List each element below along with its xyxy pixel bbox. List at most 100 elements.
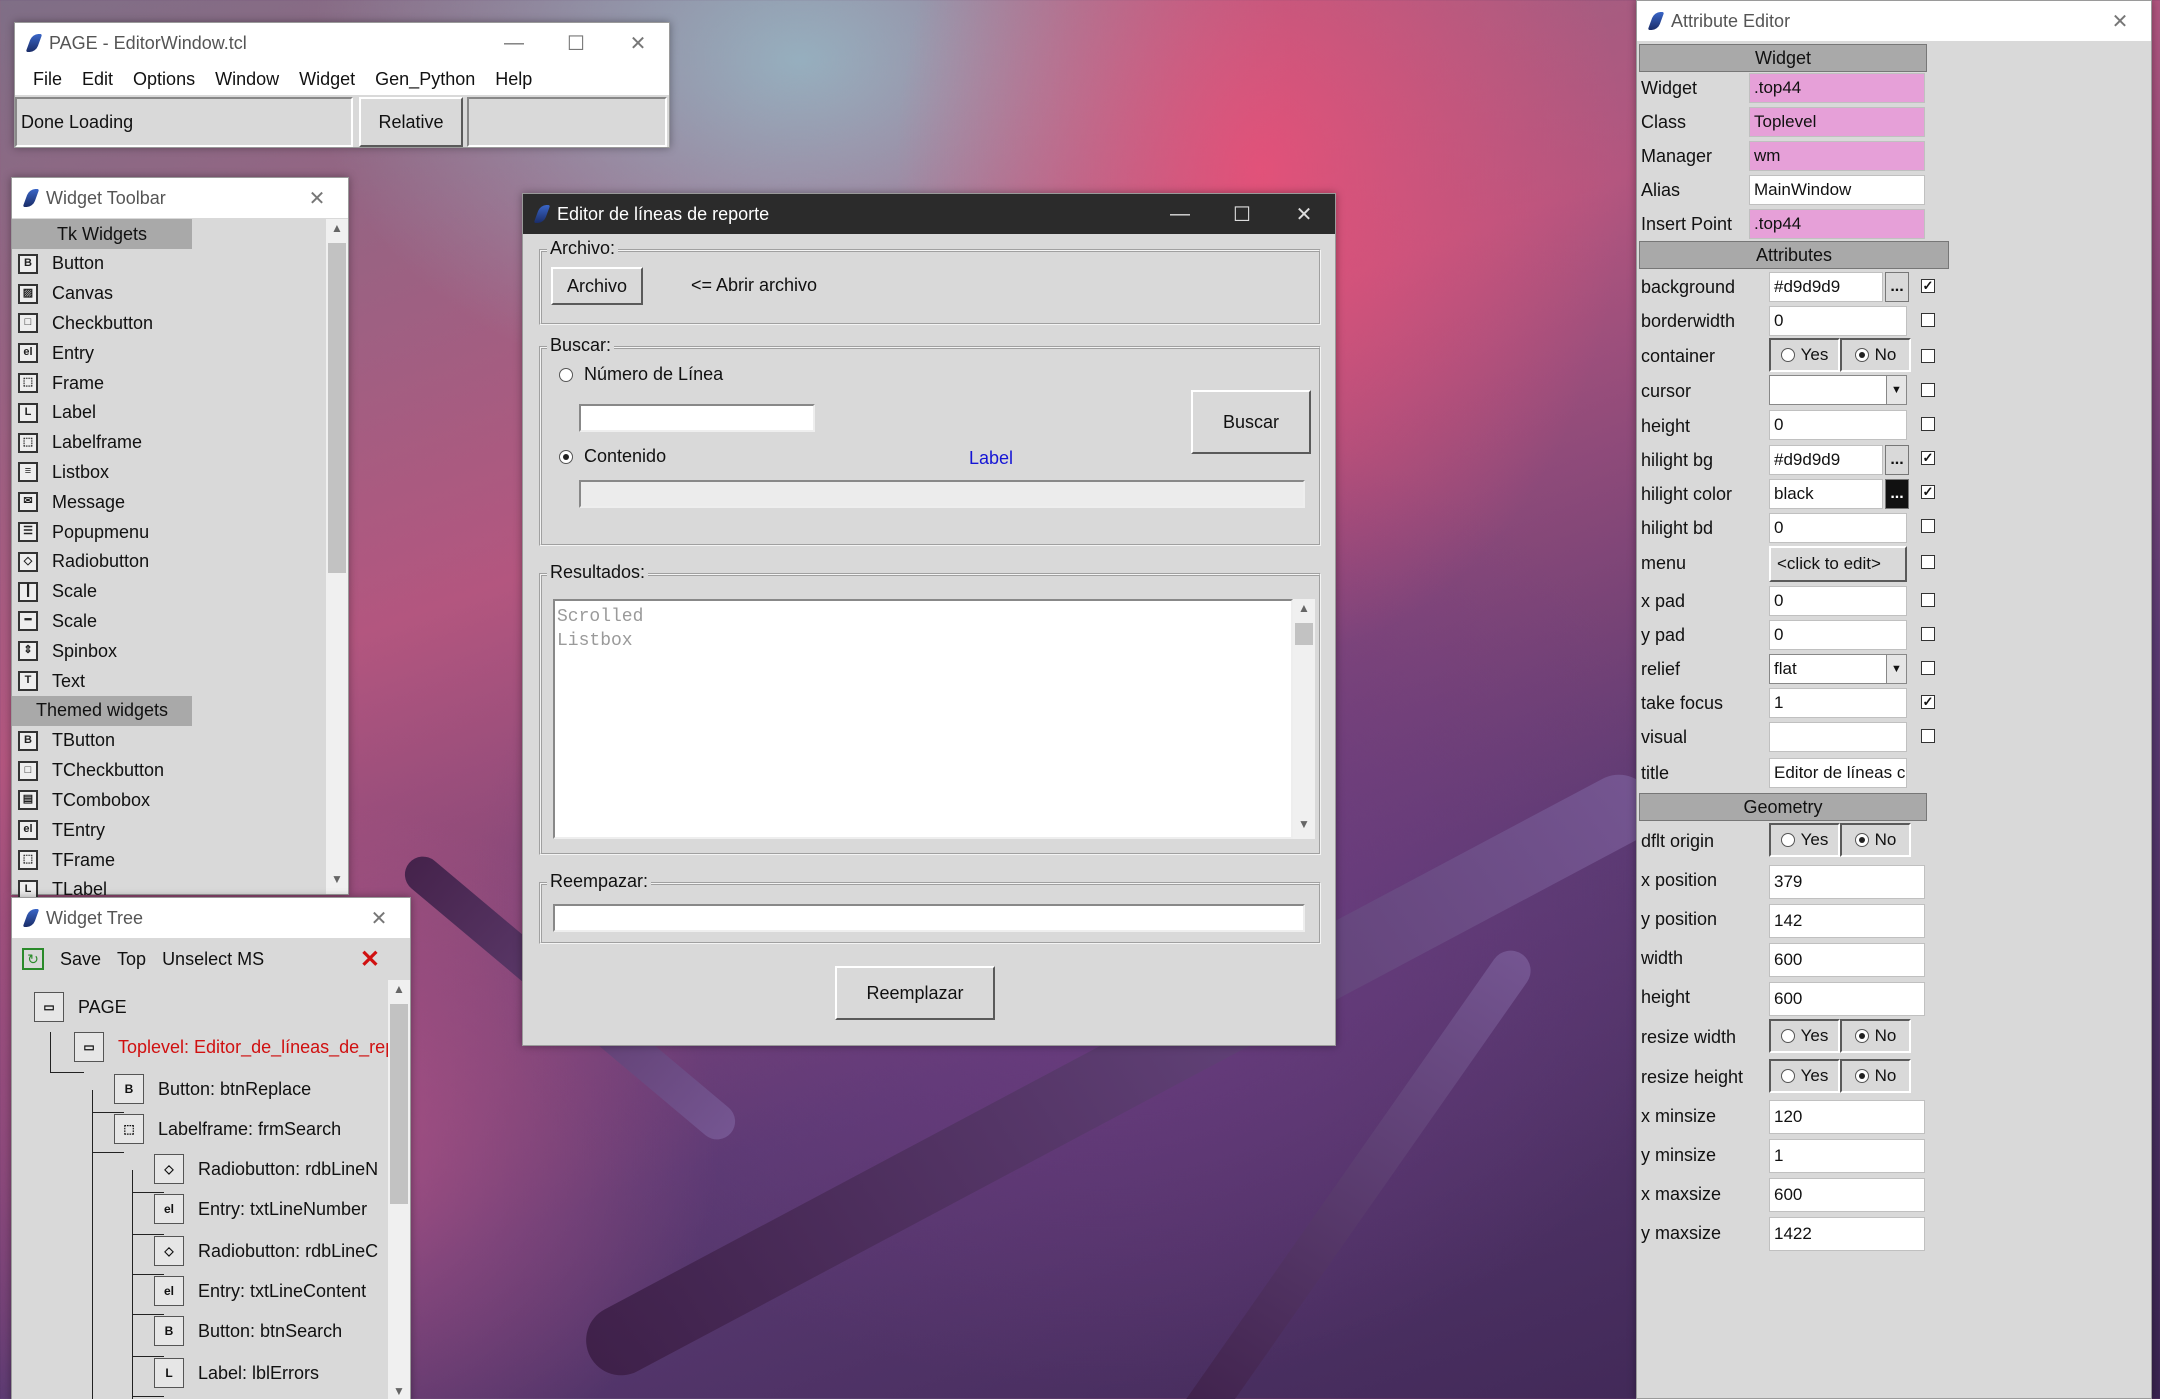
menu-save-checkbox[interactable] (1921, 555, 1935, 569)
scroll-up-icon[interactable]: ▲ (1293, 601, 1315, 621)
container-save-checkbox[interactable] (1921, 349, 1935, 363)
hilightcolor-picker-button[interactable]: ... (1885, 479, 1909, 509)
attr-ymaxsize-value[interactable]: 1422 (1769, 1217, 1925, 1251)
hilightbd-save-checkbox[interactable] (1921, 519, 1935, 533)
toolbar-item-text[interactable]: T Text (12, 666, 326, 696)
scroll-up-icon[interactable]: ▲ (388, 982, 410, 1002)
tree-node-btnreplace[interactable]: B Button: btnReplace (114, 1074, 311, 1104)
container-no[interactable]: No (1840, 338, 1911, 372)
results-scrollbar[interactable]: ▲ ▼ (1293, 599, 1315, 839)
hilightbg-picker-button[interactable]: ... (1885, 445, 1909, 475)
takefocus-save-checkbox[interactable]: ✓ (1921, 695, 1935, 709)
close-icon[interactable]: ✕ (607, 23, 669, 63)
menu-edit[interactable]: Edit (72, 69, 123, 90)
tree-node-rdblinec[interactable]: ◇ Radiobutton: rdbLineC (154, 1236, 378, 1266)
attr-yminsize-value[interactable]: 1 (1769, 1139, 1925, 1173)
page-main-titlebar[interactable]: PAGE - EditorWindow.tcl — ☐ ✕ (15, 23, 669, 63)
refresh-icon[interactable]: ↻ (22, 948, 44, 970)
relative-button[interactable]: Relative (359, 97, 463, 147)
tree-unselect-button[interactable]: Unselect MS (162, 949, 264, 970)
toolbar-item-button[interactable]: B Button (12, 249, 326, 279)
toolbar-item-tframe[interactable]: ⬚ TFrame (12, 845, 326, 875)
ypad-save-checkbox[interactable] (1921, 627, 1935, 641)
radio-numero-linea[interactable]: Número de Línea (559, 364, 723, 385)
attr-xminsize-value[interactable]: 120 (1769, 1100, 1925, 1134)
scroll-down-icon[interactable]: ▼ (388, 1384, 410, 1399)
visual-save-checkbox[interactable] (1921, 729, 1935, 743)
tree-node-frmsearch[interactable]: ⬚ Labelframe: frmSearch (114, 1114, 341, 1144)
menu-file[interactable]: File (23, 69, 72, 90)
toolbar-item-labelframe[interactable]: ⬚ Labelframe (12, 428, 326, 458)
resize-height-yes[interactable]: Yes (1769, 1059, 1840, 1093)
minimize-icon[interactable]: — (1149, 194, 1211, 234)
cursor-save-checkbox[interactable] (1921, 383, 1935, 397)
tree-node-rdblinen[interactable]: ◇ Radiobutton: rdbLineN (154, 1154, 378, 1184)
close-icon[interactable]: ✕ (2089, 1, 2151, 41)
minimize-icon[interactable]: — (483, 23, 545, 63)
dflt-origin-yes[interactable]: Yes (1769, 823, 1840, 857)
tree-save-button[interactable]: Save (60, 949, 101, 970)
toolbar-item-tentry[interactable]: el TEntry (12, 815, 326, 845)
attr-width-value[interactable]: 600 (1769, 943, 1925, 977)
toolbar-item-tcheckbutton[interactable]: □ TCheckbutton (12, 756, 326, 786)
toolbar-item-tcombobox[interactable]: ▤ TCombobox (12, 786, 326, 816)
attr-takefocus-value[interactable]: 1 (1769, 688, 1907, 718)
resize-height-no[interactable]: No (1840, 1059, 1911, 1093)
tree-node-txtlinenumber[interactable]: el Entry: txtLineNumber (154, 1194, 367, 1224)
radio-contenido[interactable]: Contenido (559, 446, 666, 467)
chevron-down-icon[interactable]: ▼ (1886, 655, 1906, 683)
container-yes[interactable]: Yes (1769, 338, 1840, 372)
attr-geom-height-value[interactable]: 600 (1769, 982, 1925, 1016)
attr-background-value[interactable]: #d9d9d9 (1769, 272, 1883, 302)
menu-options[interactable]: Options (123, 69, 205, 90)
delete-icon[interactable]: ✕ (360, 945, 380, 974)
scroll-thumb[interactable] (390, 1004, 408, 1204)
attr-xmaxsize-value[interactable]: 600 (1769, 1178, 1925, 1212)
tree-titlebar[interactable]: Widget Tree ✕ (12, 898, 410, 938)
toolbar-item-spinbox[interactable]: ⇕ Spinbox (12, 636, 326, 666)
results-listbox[interactable]: Scrolled Listbox (553, 599, 1293, 839)
reemplazar-button[interactable]: Reemplazar (835, 966, 995, 1020)
relief-save-checkbox[interactable] (1921, 661, 1935, 675)
menu-help[interactable]: Help (485, 69, 542, 90)
toolbar-titlebar[interactable]: Widget Toolbar ✕ (12, 178, 348, 218)
archivo-button[interactable]: Archivo (551, 267, 643, 305)
relief-combobox[interactable]: flat ▼ (1769, 654, 1907, 684)
close-icon[interactable]: ✕ (1273, 194, 1335, 234)
toolbar-item-tbutton[interactable]: B TButton (12, 726, 326, 756)
attr-xpos-value[interactable]: 379 (1769, 865, 1925, 899)
toolbar-item-frame[interactable]: ⬚ Frame (12, 368, 326, 398)
toolbar-item-canvas[interactable]: ▨ Canvas (12, 279, 326, 309)
xpad-save-checkbox[interactable] (1921, 593, 1935, 607)
tree-node-txtlinecontent[interactable]: el Entry: txtLineContent (154, 1276, 366, 1306)
scroll-up-icon[interactable]: ▲ (326, 221, 348, 241)
tree-node-page[interactable]: ▭ PAGE (34, 992, 127, 1022)
toolbar-item-scale[interactable]: ┃ Scale (12, 577, 326, 607)
attr-ypos-value[interactable]: 142 (1769, 904, 1925, 938)
line-content-entry[interactable] (579, 480, 1305, 508)
toolbar-scrollbar[interactable]: ▲ ▼ (326, 219, 348, 894)
scroll-thumb[interactable] (328, 243, 346, 573)
editor-titlebar[interactable]: Editor de líneas de reporte — ☐ ✕ (523, 194, 1335, 234)
background-picker-button[interactable]: ... (1885, 272, 1909, 302)
attr-height-value[interactable]: 0 (1769, 410, 1907, 440)
replace-entry[interactable] (553, 904, 1305, 932)
tree-node-lblerrors[interactable]: L Label: lblErrors (154, 1358, 319, 1388)
dflt-origin-no[interactable]: No (1840, 823, 1911, 857)
hilightbg-save-checkbox[interactable]: ✓ (1921, 451, 1935, 465)
tree-node-btnsearch[interactable]: B Button: btnSearch (154, 1316, 342, 1346)
tree-node-toplevel[interactable]: ▭ Toplevel: Editor_de_líneas_de_rep (74, 1032, 388, 1062)
scroll-down-icon[interactable]: ▼ (1293, 817, 1315, 837)
hilightcolor-save-checkbox[interactable]: ✓ (1921, 485, 1935, 499)
widget-row-value[interactable]: MainWindow (1749, 175, 1925, 205)
resize-width-yes[interactable]: Yes (1769, 1019, 1840, 1053)
toolbar-item-checkbutton[interactable]: □ Checkbutton (12, 309, 326, 339)
line-number-entry[interactable] (579, 404, 815, 432)
scroll-down-icon[interactable]: ▼ (326, 872, 348, 892)
menu-widget[interactable]: Widget (289, 69, 365, 90)
maximize-icon[interactable]: ☐ (545, 23, 607, 63)
attr-borderwidth-value[interactable]: 0 (1769, 306, 1907, 336)
toolbar-item-listbox[interactable]: ≡ Listbox (12, 458, 326, 488)
toolbar-item-entry[interactable]: el Entry (12, 338, 326, 368)
attr-hilightbd-value[interactable]: 0 (1769, 513, 1907, 543)
